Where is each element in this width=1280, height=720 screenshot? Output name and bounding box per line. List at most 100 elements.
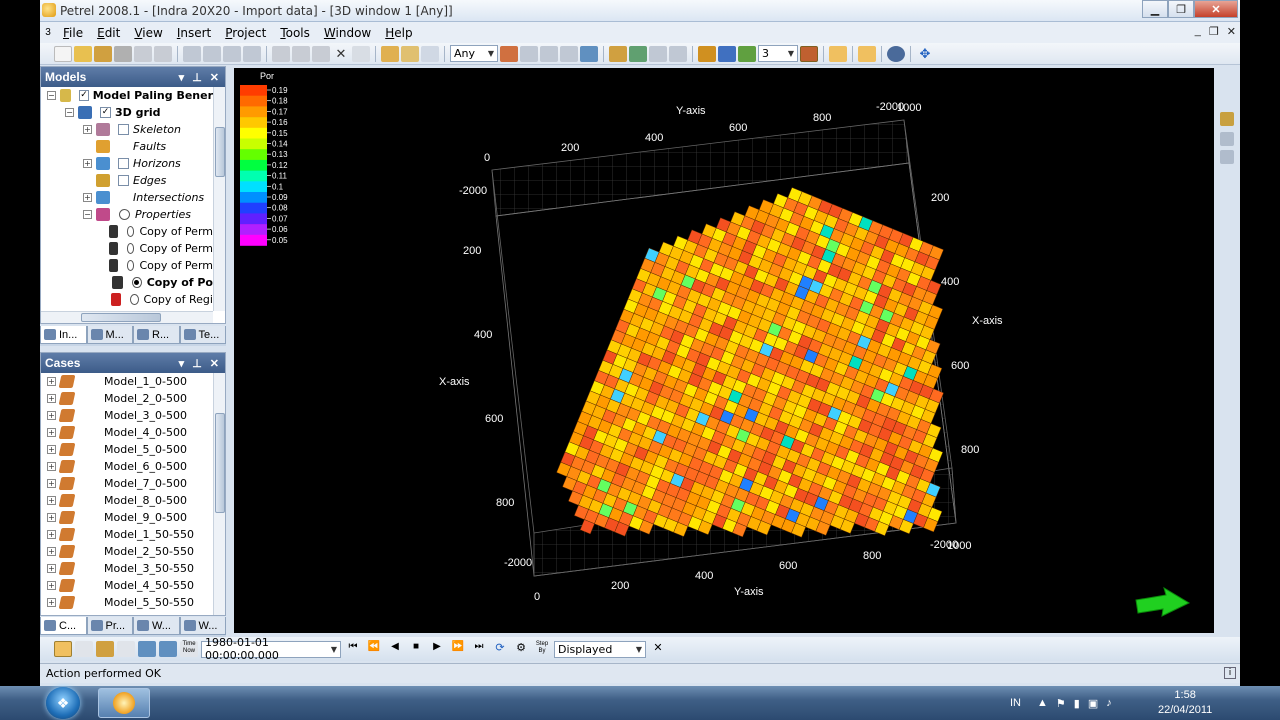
save-icon[interactable] [114,45,132,62]
visibility-checkbox[interactable]: ✓ [79,90,89,101]
property-radio[interactable] [132,277,142,288]
cases-vscroll[interactable] [213,373,225,615]
import-icon[interactable] [381,45,399,62]
expand-icon[interactable]: + [47,394,56,403]
audio-off-icon[interactable] [223,45,241,62]
count-combo[interactable]: 3 ▼ [758,45,798,62]
mdi-close-button[interactable]: ✕ [1227,25,1236,38]
volume-icon[interactable]: ♪ [1106,697,1112,709]
mdi-minimize-button[interactable]: _ [1195,25,1201,38]
home-view-icon[interactable] [609,45,627,62]
tool-palette-icon[interactable] [1220,132,1234,146]
collapse-icon[interactable]: − [65,108,74,117]
case-item[interactable]: + Model_5_0-500 [41,441,213,458]
menu-view[interactable]: View [127,26,169,40]
restore-button[interactable]: ❐ [1168,0,1194,18]
paste-icon[interactable] [312,45,330,62]
tree-item[interactable]: Edges [41,172,213,189]
datetime-combo[interactable]: 1980-01-01 00:00:00.000 ▼ [201,636,341,662]
panel-tab[interactable]: W... [179,617,226,635]
case-item[interactable]: + Model_2_50-550 [41,543,213,560]
export-icon[interactable] [401,45,419,62]
scroll-thumb[interactable] [81,313,161,322]
expand-icon[interactable]: + [83,159,92,168]
3d-scene[interactable]: Por 0.190.180.170.160.150.140.130.120.11… [234,68,1214,633]
audio-icon[interactable] [203,45,221,62]
print-icon[interactable] [134,45,152,62]
start-button[interactable]: ❖ [46,687,80,719]
info-icon[interactable]: i [1224,667,1236,679]
edit-tool-icon[interactable] [520,45,538,62]
tool-palette-icon[interactable] [1220,150,1234,164]
tree-item[interactable]: + Intersections [41,189,213,206]
visibility-checkbox[interactable]: ✓ [100,107,111,118]
menu-help[interactable]: Help [378,26,419,40]
view-tool-icon[interactable] [629,45,647,62]
expand-icon[interactable]: + [47,445,56,454]
link-icon[interactable] [243,45,261,62]
open-folder-icon[interactable] [94,45,112,62]
power-icon[interactable]: ▮ [1074,697,1080,710]
case-item[interactable]: + Model_2_0-500 [41,390,213,407]
case-item[interactable]: + Model_4_50-550 [41,577,213,594]
close-button[interactable]: ✕ [1194,0,1238,18]
pointer-icon[interactable] [117,641,135,657]
new-project-icon[interactable] [54,45,72,62]
zoom-icon[interactable] [649,45,667,62]
last-frame-icon[interactable]: ⏭ [470,641,488,657]
open-project-icon[interactable] [74,45,92,62]
property-radio[interactable] [126,226,135,237]
tree-item[interactable]: − ✓ Model Paling Bener [41,87,213,104]
collapse-icon[interactable]: − [47,91,56,100]
expand-icon[interactable]: + [47,411,56,420]
copy-icon[interactable] [292,45,310,62]
case-item[interactable]: + Model_7_0-500 [41,475,213,492]
panel-dropdown-icon[interactable]: ▾ [179,357,185,370]
case-item[interactable]: + Model_1_0-500 [41,373,213,390]
case-item[interactable]: + Model_9_0-500 [41,509,213,526]
edit3-tool-icon[interactable] [560,45,578,62]
tree-item[interactable]: − ✓ 3D grid [41,104,213,121]
models-vscroll[interactable] [213,87,225,311]
visibility-checkbox[interactable] [118,124,129,135]
tree-item[interactable]: − Properties [41,206,213,223]
collapse-icon[interactable]: − [83,210,92,219]
mdi-doc-icon[interactable]: 3 [40,27,56,38]
expand-icon[interactable]: + [47,377,56,386]
panel-tab[interactable]: W... [133,617,180,635]
measure-icon[interactable] [96,641,114,657]
panel-dropdown-icon[interactable]: ▾ [179,71,185,84]
menu-tools[interactable]: Tools [273,26,317,40]
menu-window[interactable]: Window [317,26,378,40]
case-item[interactable]: + Model_5_50-550 [41,594,213,611]
expand-icon[interactable]: + [83,125,92,134]
expand-icon[interactable]: + [47,496,56,505]
3d-viewport[interactable]: Por 0.19 0.18 0.17 0.16 0.15 0.14 0.13 0.12 0.11… [234,68,1214,633]
tree-item[interactable]: Copy of Perm [41,223,213,240]
tree-item[interactable]: Copy of Perm [41,240,213,257]
panel-tab[interactable]: C... [40,617,87,635]
tree-item[interactable]: Copy of Perm [41,257,213,274]
panel-tab[interactable]: Te... [179,326,226,344]
step-by-icon[interactable]: Step By [533,641,551,657]
tree-item[interactable]: Copy of Regi [41,291,213,308]
property-radio[interactable] [126,243,135,254]
play-icon[interactable]: ▶ [428,641,446,657]
time-now-icon[interactable]: Time Now [180,641,198,657]
panel-tab[interactable]: M... [86,326,133,344]
settings-icon[interactable] [154,45,172,62]
loop-icon[interactable]: ⟳ [491,641,509,657]
tray-expand-icon[interactable]: ▲ [1037,697,1048,709]
expand-icon[interactable]: + [47,530,56,539]
undo-icon[interactable] [183,45,201,62]
move-icon[interactable]: ✥ [916,46,934,62]
close-player-icon[interactable]: ✕ [649,641,667,657]
window-icon[interactable] [421,45,439,62]
expand-icon[interactable]: + [47,513,56,522]
delete-icon[interactable]: ✕ [332,46,350,62]
view-all-icon[interactable] [669,45,687,62]
grid-tool-icon[interactable] [580,45,598,62]
expand-icon[interactable]: + [47,598,56,607]
system-clock[interactable]: 1:58 22/04/2011 [1158,688,1212,718]
visibility-checkbox[interactable] [118,158,129,169]
